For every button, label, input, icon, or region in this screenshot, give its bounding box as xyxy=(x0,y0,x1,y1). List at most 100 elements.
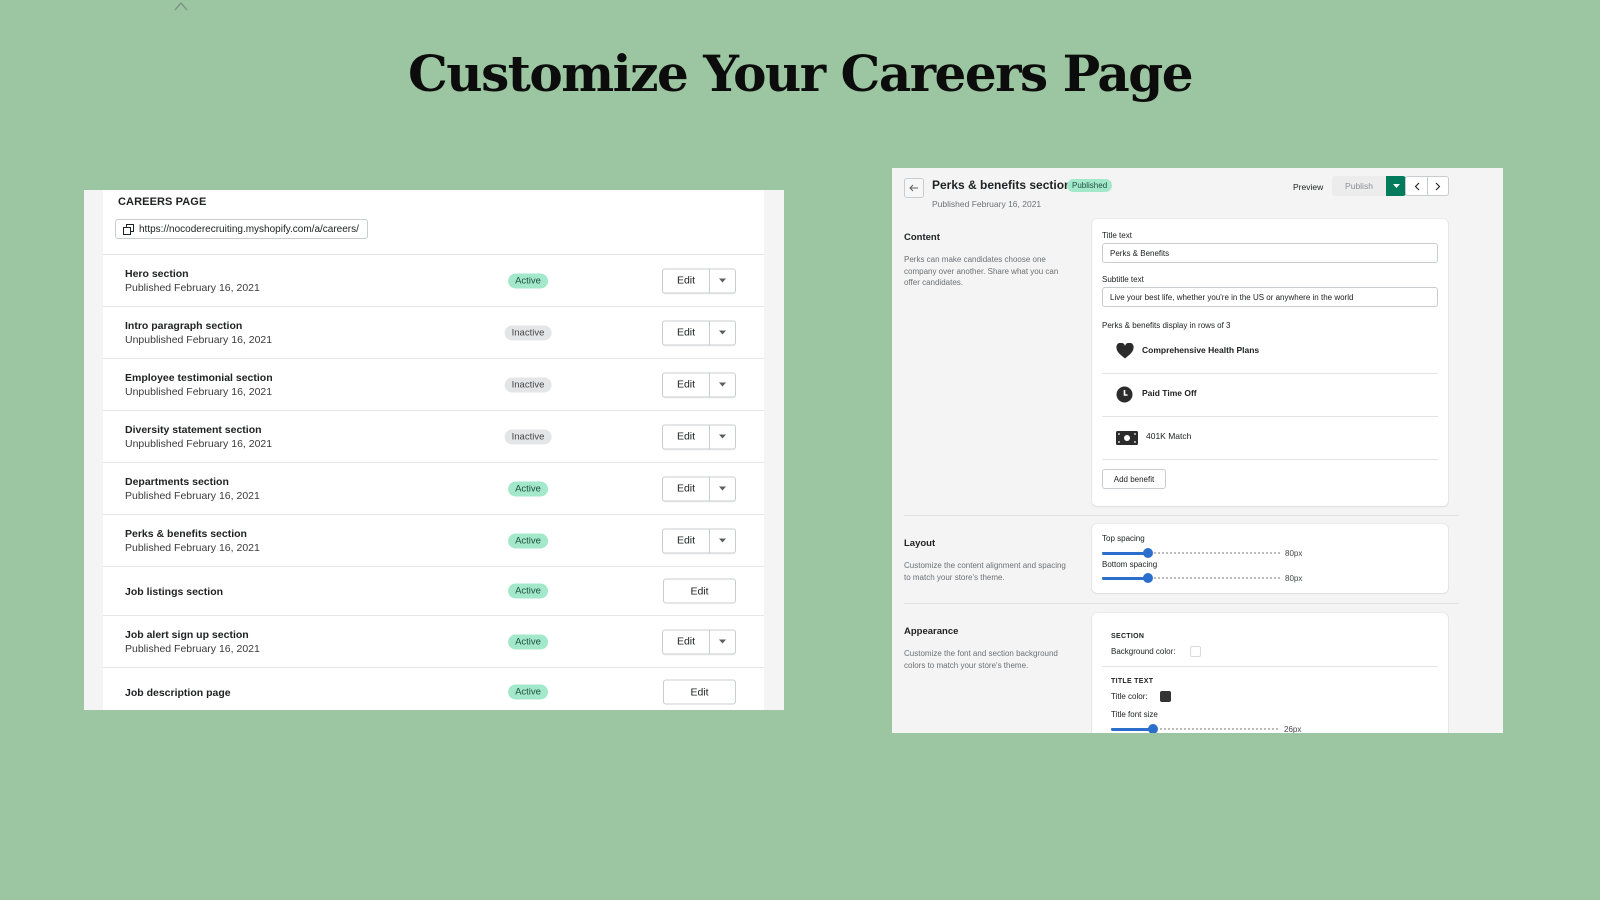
more-actions-button[interactable] xyxy=(709,630,735,653)
careers-url-copy[interactable]: https://nocoderecruiting.myshopify.com/a… xyxy=(115,219,368,239)
content-description: Perks can make candidates choose one com… xyxy=(904,255,1059,287)
title-text-label: Title text xyxy=(1102,231,1132,240)
perk-item[interactable]: Comprehensive Health Plans xyxy=(1102,331,1438,374)
copy-icon xyxy=(123,223,134,235)
chevron-right-icon xyxy=(1435,182,1441,190)
previous-section-button[interactable] xyxy=(1406,177,1427,195)
edit-button[interactable]: Edit xyxy=(663,578,736,604)
appearance-heading: Appearance xyxy=(904,626,959,637)
slider-thumb[interactable] xyxy=(1143,573,1154,583)
slider-thumb[interactable] xyxy=(1147,724,1158,733)
section-caption: SECTION xyxy=(1111,633,1145,640)
arrow-left-icon xyxy=(909,184,918,192)
appearance-description: Customize the font and section backgroun… xyxy=(904,649,1058,670)
more-actions-button[interactable] xyxy=(709,425,735,448)
top-spacing-slider[interactable] xyxy=(1102,548,1280,558)
subtitle-text-label: Subtitle text xyxy=(1102,275,1144,284)
section-row: Departments section Published February 16… xyxy=(103,463,764,515)
section-nav xyxy=(1405,176,1449,196)
section-row: Perks & benefits section Published Februa… xyxy=(103,515,764,567)
section-name: Job description page xyxy=(125,687,231,699)
caret-down-icon xyxy=(719,538,726,543)
status-badge: Inactive xyxy=(504,429,552,444)
edit-button[interactable]: Edit xyxy=(663,425,709,448)
title-color-label: Title color: xyxy=(1111,692,1148,701)
section-status: Published February 16, 2021 xyxy=(125,490,260,502)
preview-button[interactable]: Preview xyxy=(1293,182,1323,192)
background-color-swatch[interactable] xyxy=(1190,646,1201,657)
perks-display-label: Perks & benefits display in rows of 3 xyxy=(1102,321,1231,330)
section-name: Employee testimonial section xyxy=(125,372,273,384)
slider-fill xyxy=(1102,576,1149,580)
edit-button-group: Edit xyxy=(662,528,736,553)
section-row: Job alert sign up section Published Febru… xyxy=(103,616,764,668)
clock-icon xyxy=(1116,386,1133,403)
section-row: Employee testimonial section Unpublished … xyxy=(103,359,764,411)
divider xyxy=(1102,666,1438,667)
sections-list: Hero section Published February 16, 2021 A… xyxy=(103,255,764,710)
top-spacing-label: Top spacing xyxy=(1102,534,1145,543)
caret-down-icon xyxy=(719,486,726,491)
careers-page-panel: CAREERS PAGE https://nocoderecruiting.my… xyxy=(84,190,784,710)
title-font-size-slider[interactable] xyxy=(1111,724,1278,733)
caret-down-icon xyxy=(719,278,726,283)
section-name: Departments section xyxy=(125,476,229,488)
heart-icon xyxy=(1116,343,1134,359)
layout-card: Top spacing 80px Bottom spacing 80px xyxy=(1092,524,1448,593)
bottom-spacing-label: Bottom spacing xyxy=(1102,560,1158,569)
edit-button[interactable]: Edit xyxy=(663,529,709,552)
perk-item[interactable]: Paid Time Off xyxy=(1102,374,1438,417)
edit-button[interactable]: Edit xyxy=(663,477,709,500)
more-actions-button[interactable] xyxy=(709,321,735,344)
back-button[interactable] xyxy=(904,178,924,198)
title-text-input[interactable]: Perks & Benefits xyxy=(1102,243,1438,263)
more-actions-button[interactable] xyxy=(709,269,735,292)
careers-url: https://nocoderecruiting.myshopify.com/a… xyxy=(139,223,359,235)
perk-item[interactable]: 401K Match xyxy=(1102,417,1438,460)
page-title: Customize Your Careers Page xyxy=(407,44,1194,103)
publish-button[interactable]: Publish xyxy=(1332,176,1386,196)
title-text-caption: TITLE TEXT xyxy=(1111,678,1154,685)
edit-button[interactable]: Edit xyxy=(663,679,736,705)
section-row: Intro paragraph section Unpublished Febru… xyxy=(103,307,764,359)
chevron-up-icon[interactable] xyxy=(174,1,188,11)
top-spacing-value: 80px xyxy=(1285,549,1303,558)
careers-page-header: CAREERS PAGE https://nocoderecruiting.my… xyxy=(103,190,764,255)
content-card: Title text Perks & Benefits Subtitle tex… xyxy=(1092,219,1448,506)
money-icon xyxy=(1116,431,1138,445)
status-badge: Active xyxy=(508,481,548,496)
next-section-button[interactable] xyxy=(1427,177,1448,195)
edit-button[interactable]: Edit xyxy=(663,630,709,653)
title-color-swatch[interactable] xyxy=(1160,691,1171,702)
title-font-size-label: Title font size xyxy=(1111,710,1158,719)
more-actions-button[interactable] xyxy=(709,373,735,396)
subtitle-text-input[interactable]: Live your best life, whether you're in t… xyxy=(1102,287,1438,307)
status-badge: Active xyxy=(508,273,548,288)
edit-button-group: Edit xyxy=(662,476,736,501)
status-badge: Inactive xyxy=(504,325,552,340)
add-benefit-button[interactable]: Add benefit xyxy=(1102,469,1166,489)
more-actions-button[interactable] xyxy=(709,529,735,552)
title-font-size-value: 26px xyxy=(1284,725,1302,733)
section-status: Unpublished February 16, 2021 xyxy=(125,334,273,346)
chevron-left-icon xyxy=(1414,182,1419,190)
caret-down-icon xyxy=(1392,184,1400,188)
slider-thumb[interactable] xyxy=(1143,548,1154,558)
section-name: Intro paragraph section xyxy=(125,320,243,332)
section-editor-panel: Perks & benefits section Published Publi… xyxy=(892,168,1503,733)
edit-button[interactable]: Edit xyxy=(663,321,709,344)
divider xyxy=(904,603,1459,604)
bottom-spacing-slider[interactable] xyxy=(1102,573,1280,583)
status-badge: Active xyxy=(508,583,548,599)
status-badge: Active xyxy=(508,634,548,649)
edit-button[interactable]: Edit xyxy=(663,269,709,292)
edit-button[interactable]: Edit xyxy=(663,373,709,396)
caret-down-icon xyxy=(719,639,726,644)
more-actions-button[interactable] xyxy=(709,477,735,500)
slider-fill xyxy=(1102,551,1149,555)
section-name: Job alert sign up section xyxy=(125,629,249,641)
editor-subtitle: Published February 16, 2021 xyxy=(932,199,1042,209)
status-badge: Inactive xyxy=(504,377,552,392)
section-name: Job listings section xyxy=(125,586,224,598)
publish-dropdown-button[interactable] xyxy=(1386,176,1406,196)
